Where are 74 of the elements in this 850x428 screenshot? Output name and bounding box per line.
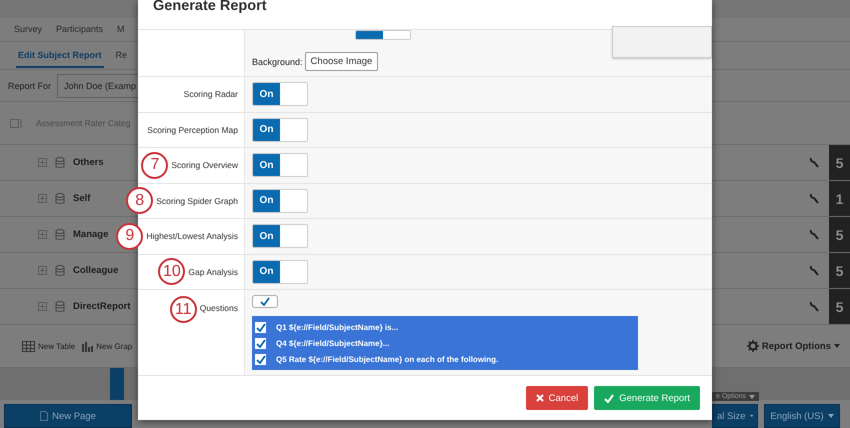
new-graph-button[interactable]: New Grap: [82, 340, 132, 352]
caret-icon: [748, 394, 755, 398]
table-icon: [22, 340, 35, 352]
size-dropdown[interactable]: al Size: [712, 404, 758, 428]
settings-icon: [746, 340, 759, 352]
wrench-icon[interactable]: [809, 193, 819, 204]
report-for-label: Report For: [8, 80, 52, 90]
option-label: Scoring Spider Graph: [156, 196, 238, 206]
checkbox[interactable]: [255, 338, 266, 348]
option-label: Highest/Lowest Analysis: [146, 231, 238, 242]
database-icon: [55, 156, 65, 168]
nav-tab[interactable]: Survey: [12, 18, 44, 42]
new-table-button[interactable]: New Table: [22, 340, 76, 352]
wrench-icon[interactable]: [809, 265, 819, 276]
sub-tab[interactable]: Edit Subject Report: [16, 44, 104, 68]
database-icon: [55, 228, 65, 240]
dialog-title: Generate Report: [153, 0, 267, 14]
category-name: Self: [73, 193, 90, 204]
database-icon: [55, 192, 65, 204]
option-label: Gap Analysis: [188, 266, 238, 277]
bar-chart-icon: [82, 340, 94, 352]
database-icon: [55, 300, 65, 312]
close-icon: [536, 394, 544, 402]
toggle-switch[interactable]: On: [252, 188, 308, 213]
caret-icon: [828, 414, 834, 418]
report-options-button[interactable]: Report Options: [746, 340, 840, 352]
cancel-button[interactable]: Cancel: [526, 386, 588, 410]
option-label: Questions: [200, 303, 238, 313]
choose-image-button[interactable]: Choose Image: [304, 52, 378, 71]
category-name: Others: [73, 157, 104, 168]
generate-report-button[interactable]: Generate Report: [594, 386, 700, 410]
page-icon: [40, 411, 48, 421]
step-marker: 8: [126, 187, 154, 214]
caret-icon: [834, 344, 840, 348]
database-icon: [55, 264, 65, 276]
nav-tab[interactable]: Participants: [54, 18, 106, 42]
checkbox[interactable]: [255, 354, 266, 364]
checkbox[interactable]: [252, 295, 278, 308]
toggle-switch[interactable]: On: [252, 118, 308, 142]
step-marker: 10: [158, 258, 186, 286]
option-label: Scoring Perception Map: [147, 124, 238, 135]
language-dropdown[interactable]: English (US): [764, 404, 840, 428]
toggle-switch[interactable]: [355, 30, 411, 40]
caret-icon: [750, 414, 753, 418]
step-marker: 7: [141, 152, 168, 179]
count-badge: 5: [829, 289, 850, 324]
background-label: Background:: [252, 56, 303, 66]
check-icon: [604, 394, 614, 402]
option-label: Scoring Overview: [171, 160, 238, 170]
question-text: Q5 Rate ${e://Field/SubjectName} on each of the following.: [276, 354, 498, 364]
toggle-switch[interactable]: On: [252, 260, 308, 284]
option-label: Scoring Radar: [184, 89, 238, 100]
new-page-button[interactable]: New Page: [4, 404, 132, 428]
sub-tab[interactable]: Re: [114, 44, 130, 68]
question-text: Q4 ${e://Field/SubjectName}...: [276, 338, 390, 348]
toggle-switch[interactable]: On: [252, 153, 308, 178]
count-badge: 1: [829, 181, 850, 216]
count-badge: 5: [829, 217, 850, 252]
wrench-icon[interactable]: [809, 301, 819, 312]
toggle-switch[interactable]: On: [252, 224, 308, 248]
category-name: DirectReport: [73, 301, 131, 312]
count-badge: 5: [829, 253, 850, 288]
checkbox[interactable]: [255, 322, 266, 332]
wrench-icon[interactable]: [809, 157, 819, 168]
check-icon: [260, 297, 270, 306]
category-name: Colleague: [73, 265, 118, 276]
toggle-switch[interactable]: On: [252, 82, 308, 106]
nav-tab[interactable]: M: [115, 18, 127, 42]
count-badge: 5: [829, 145, 850, 180]
question-text: Q1 ${e://Field/SubjectName} is...: [276, 322, 398, 332]
category-name: Manage: [73, 229, 108, 240]
step-marker: 9: [116, 222, 144, 250]
wrench-icon[interactable]: [809, 229, 819, 240]
step-marker: 11: [170, 296, 197, 323]
